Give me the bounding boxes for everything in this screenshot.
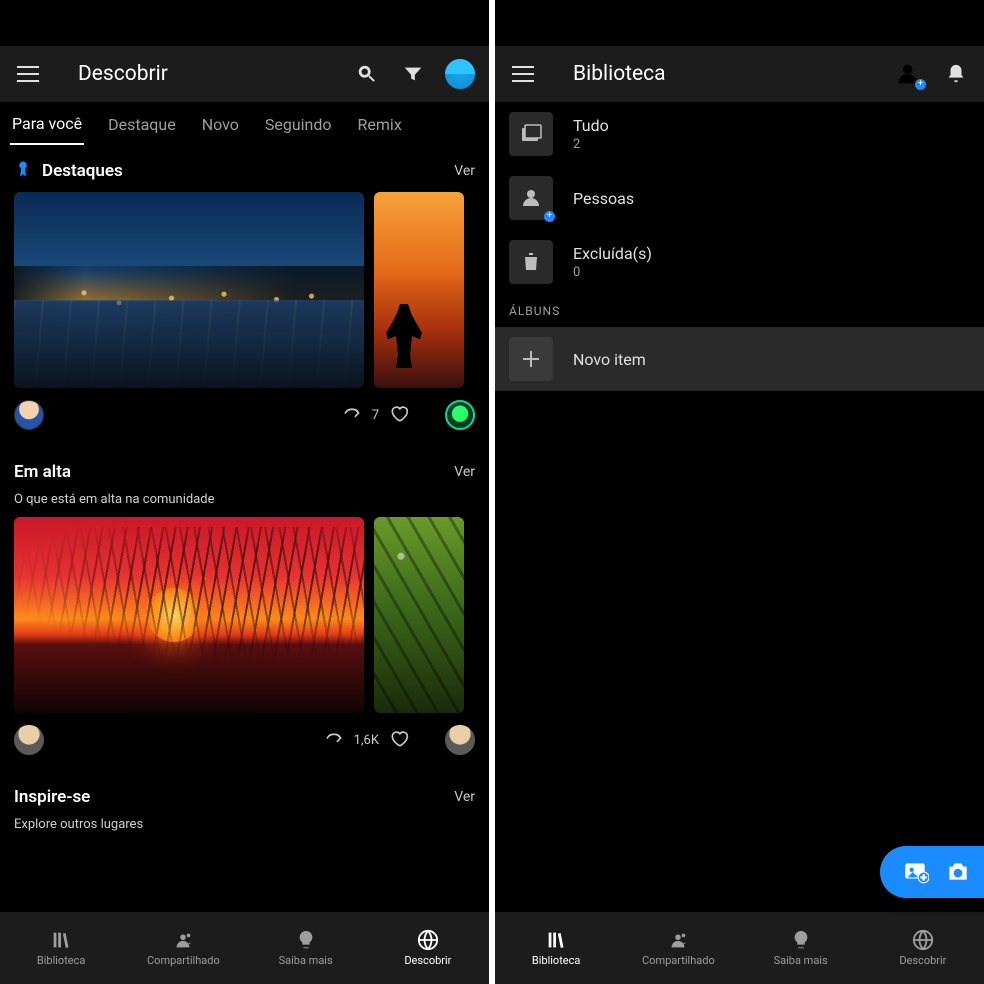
profile-avatar[interactable]: [445, 59, 475, 89]
nav-saiba-mais[interactable]: Saiba mais: [740, 929, 862, 967]
search-icon[interactable]: [353, 60, 381, 88]
page-title: Biblioteca: [573, 62, 878, 86]
author-avatar[interactable]: [445, 725, 475, 755]
remix-count: 1,6K: [354, 733, 379, 748]
nav-biblioteca[interactable]: Biblioteca: [495, 929, 617, 967]
photos-icon: [509, 112, 553, 156]
discover-tabs: Para você Destaque Novo Seguindo Remix: [0, 102, 489, 146]
author-avatar[interactable]: [14, 725, 44, 755]
camera-icon: [942, 856, 974, 888]
remix-count: 7: [372, 408, 379, 423]
filter-icon[interactable]: [399, 60, 427, 88]
author-avatar[interactable]: [445, 400, 475, 430]
plus-icon: [509, 337, 553, 381]
bottom-nav: Biblioteca Compartilhado Saiba mais Desc…: [495, 912, 984, 984]
people-icon: [509, 176, 553, 220]
app-bar: Descobrir: [0, 46, 489, 102]
section-title: Em alta: [14, 462, 71, 482]
nav-descobrir[interactable]: Descobrir: [862, 929, 984, 967]
trending-photo-card[interactable]: [14, 517, 364, 713]
remix-icon[interactable]: [342, 403, 362, 427]
screen-discover: Descobrir Para você Destaque Novo Seguin…: [0, 0, 489, 984]
nav-compartilhado[interactable]: Compartilhado: [617, 929, 739, 967]
tab-seguindo[interactable]: Seguindo: [263, 105, 334, 144]
award-icon: [14, 160, 32, 182]
albums-header: ÁLBUNS: [495, 294, 984, 327]
notifications-icon[interactable]: [942, 60, 970, 88]
library-item-all[interactable]: Tudo 2: [495, 102, 984, 166]
library-list: Tudo 2 Pessoas Excluída(s) 0 ÁLBUNS: [495, 102, 984, 391]
tab-novo[interactable]: Novo: [200, 105, 241, 144]
person-search-icon[interactable]: [896, 60, 924, 88]
tab-para-voce[interactable]: Para você: [10, 104, 84, 145]
add-image-icon: [900, 856, 932, 888]
status-bar: [495, 0, 984, 46]
status-bar: [0, 0, 489, 46]
remix-icon[interactable]: [324, 728, 344, 752]
page-title: Descobrir: [78, 62, 335, 86]
see-all-link[interactable]: Ver: [454, 464, 475, 480]
screen-library: Biblioteca Tudo 2 Pessoas: [495, 0, 984, 984]
section-inspire: Inspire-se Ver Explore outros lugares: [0, 773, 489, 848]
sort-icon[interactable]: [952, 300, 970, 321]
menu-icon[interactable]: [14, 60, 42, 88]
nav-saiba-mais[interactable]: Saiba mais: [245, 929, 367, 967]
section-subtitle: Explore outros lugares: [0, 817, 489, 842]
section-em-alta: Em alta Ver O que está em alta na comuni…: [0, 448, 489, 773]
like-icon[interactable]: [389, 728, 409, 752]
tab-destaque[interactable]: Destaque: [106, 105, 178, 144]
section-destaques: Destaques Ver 7: [0, 146, 489, 448]
library-item-people[interactable]: Pessoas: [495, 166, 984, 230]
see-all-link[interactable]: Ver: [454, 163, 475, 179]
new-album-button[interactable]: Novo item: [495, 327, 984, 391]
trash-icon: [509, 240, 553, 284]
section-title: Inspire-se: [14, 787, 90, 807]
library-item-deleted[interactable]: Excluída(s) 0: [495, 230, 984, 294]
author-avatar[interactable]: [14, 400, 44, 430]
featured-photo-card[interactable]: [14, 192, 364, 388]
nav-biblioteca[interactable]: Biblioteca: [0, 929, 122, 967]
bottom-nav: Biblioteca Compartilhado Saiba mais Desc…: [0, 912, 489, 984]
see-all-link[interactable]: Ver: [454, 789, 475, 805]
menu-icon[interactable]: [509, 60, 537, 88]
section-subtitle: O que está em alta na comunidade: [0, 492, 489, 517]
featured-photo-card[interactable]: [374, 192, 464, 388]
trending-photo-card[interactable]: [374, 517, 464, 713]
app-bar: Biblioteca: [495, 46, 984, 102]
nav-compartilhado[interactable]: Compartilhado: [122, 929, 244, 967]
nav-descobrir[interactable]: Descobrir: [367, 929, 489, 967]
section-title: Destaques: [42, 161, 123, 181]
tab-remix[interactable]: Remix: [356, 105, 404, 144]
like-icon[interactable]: [389, 403, 409, 427]
add-photo-fab[interactable]: [880, 846, 984, 898]
